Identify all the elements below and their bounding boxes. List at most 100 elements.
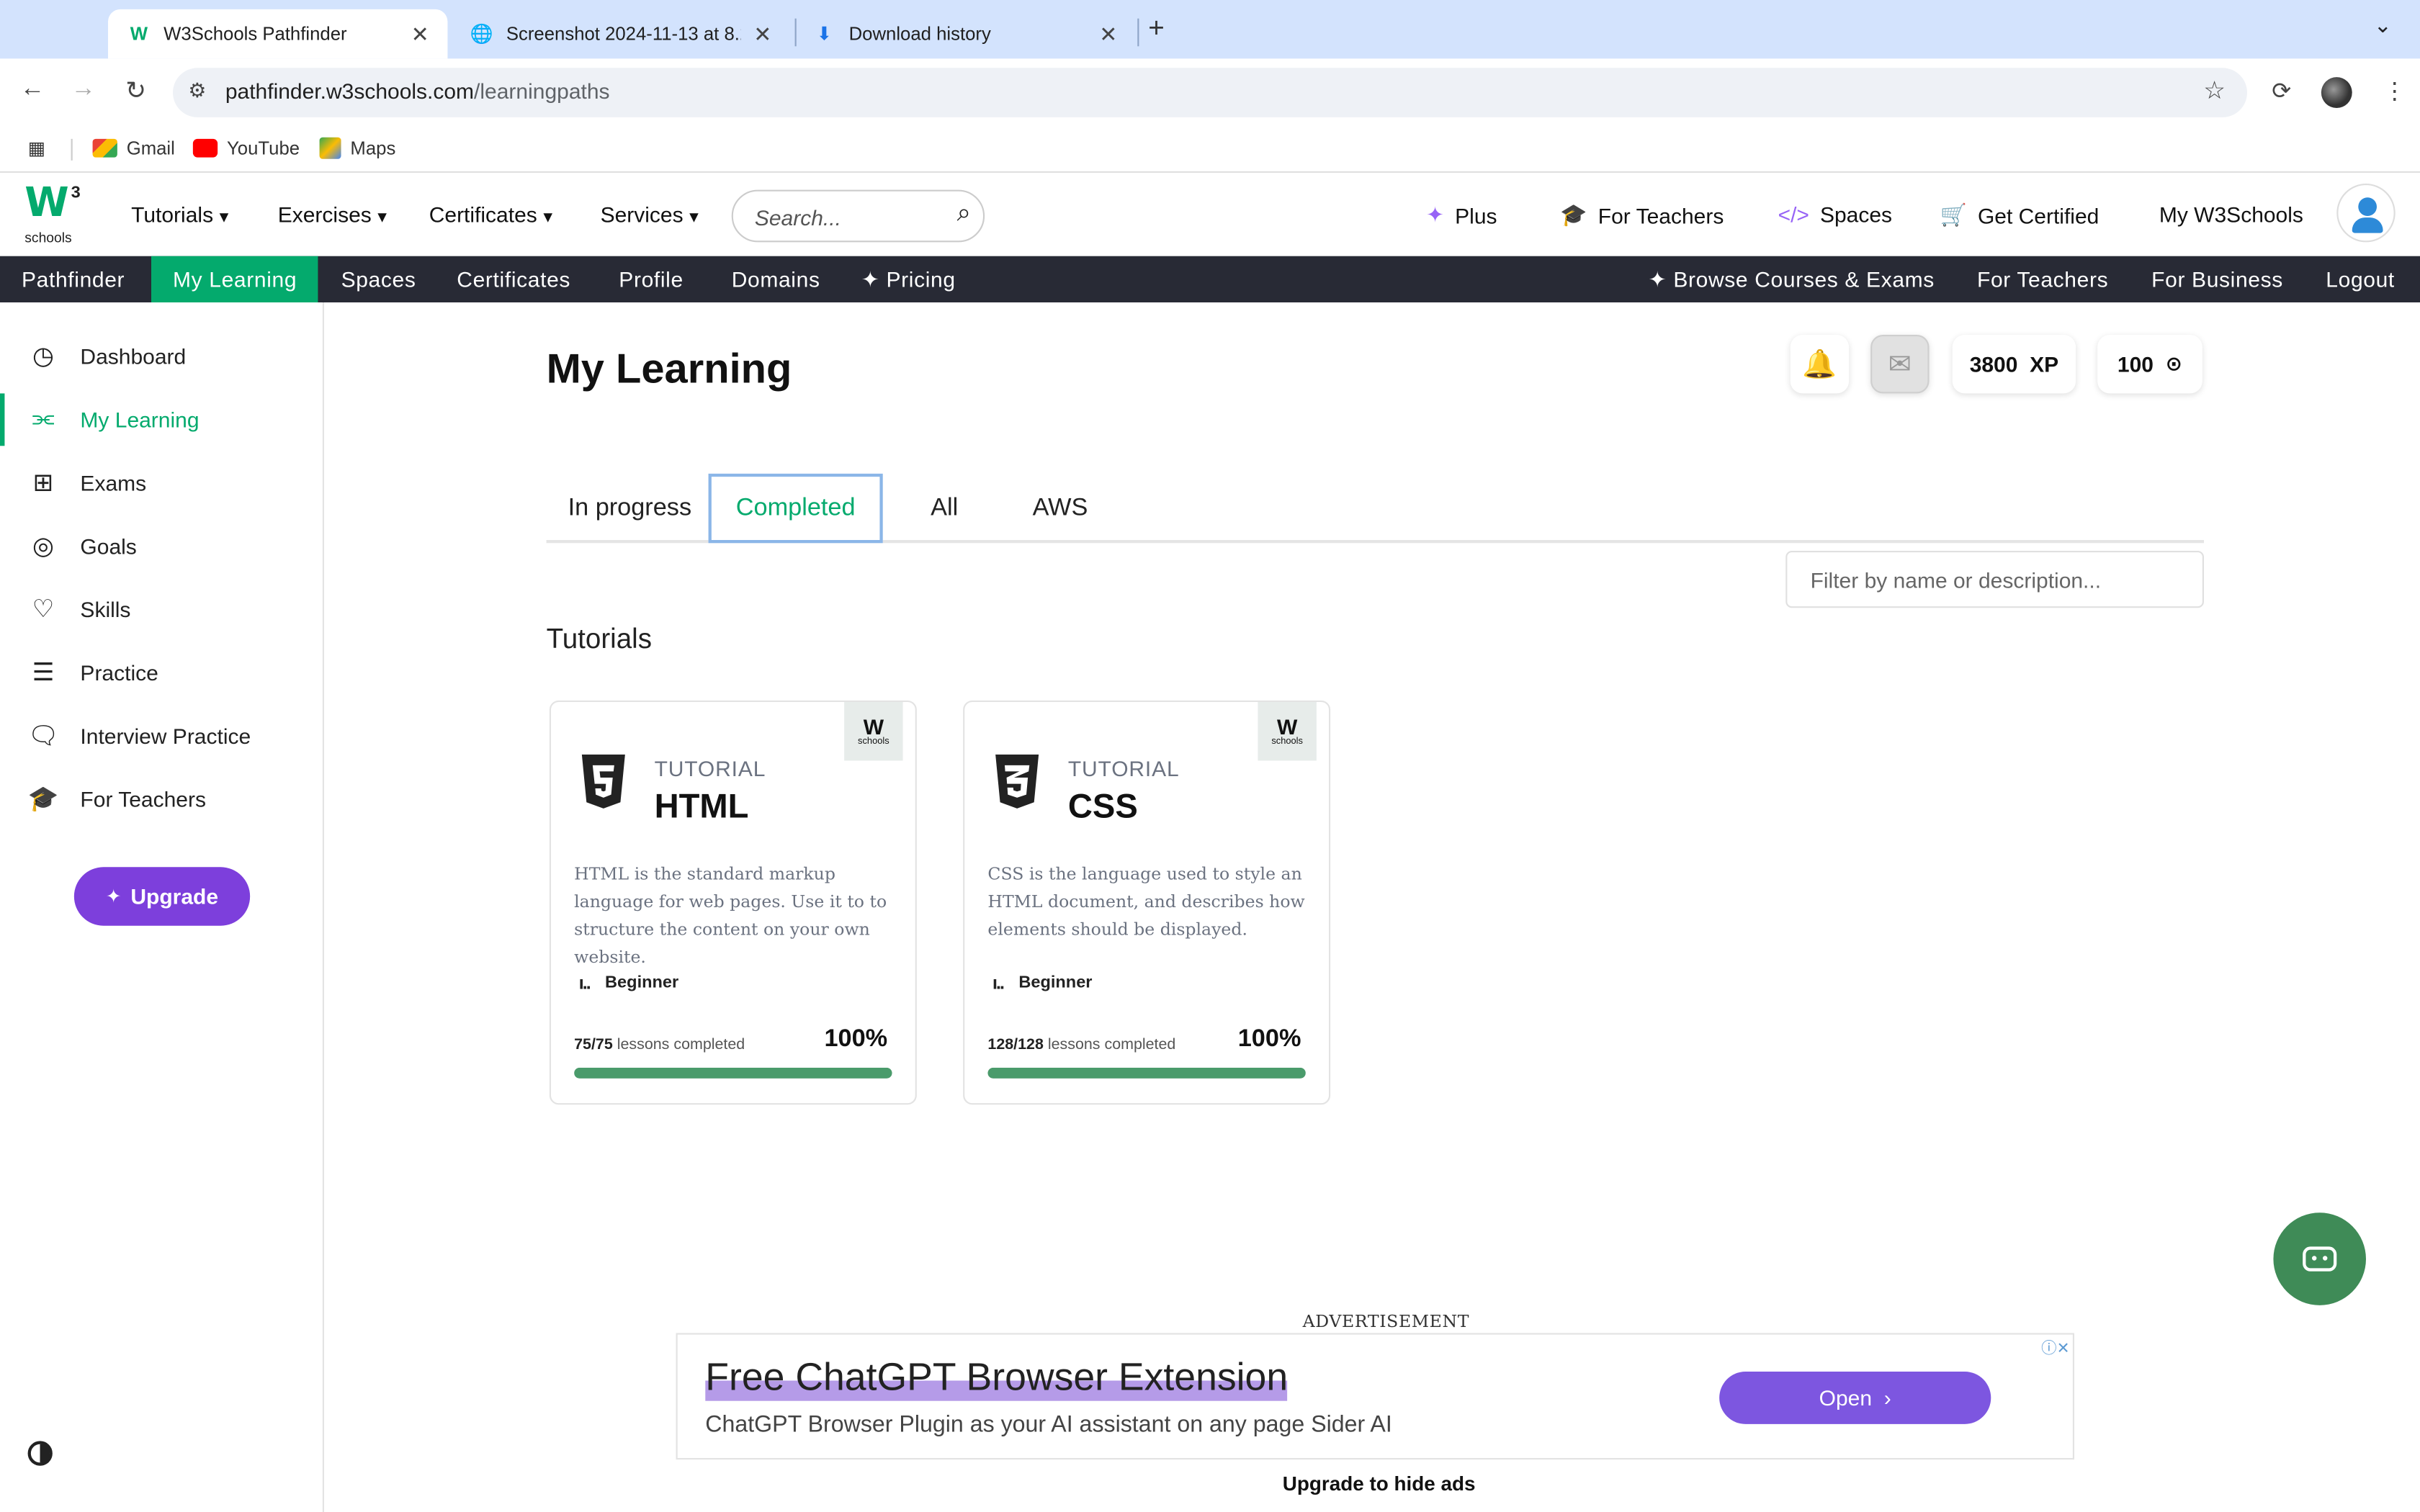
menu-services[interactable]: Services ▼ <box>601 202 702 227</box>
forward-icon[interactable]: → <box>66 76 100 104</box>
my-w3schools-link[interactable]: My W3Schools <box>2159 202 2303 227</box>
graduation-cap-icon: 🎓 <box>1560 202 1587 227</box>
sidebar-item-interview-practice[interactable]: 🗨 Interview Practice <box>0 710 323 762</box>
tab-title: Screenshot 2024-11-13 at 8.2 <box>506 23 742 45</box>
apps-grid-icon[interactable]: ▦ <box>28 138 45 159</box>
back-icon[interactable]: ← <box>15 76 49 104</box>
bookmark-maps[interactable]: Maps <box>319 137 395 159</box>
close-icon[interactable]: ✕ <box>753 21 771 47</box>
theme-toggle-icon[interactable] <box>27 1441 53 1466</box>
maps-icon <box>319 137 341 159</box>
notifications-button[interactable]: 🔔 <box>1790 335 1850 394</box>
bookmarks-bar: ▦ Gmail YouTube Maps <box>0 127 2420 173</box>
user-avatar[interactable] <box>2336 183 2396 243</box>
nav-for-business[interactable]: For Business <box>2130 256 2305 302</box>
sidebar-item-goals[interactable]: ◎ Goals <box>0 520 323 572</box>
w3schools-badge: Wschools <box>844 701 903 761</box>
gmail-icon <box>92 138 117 158</box>
w3schools-badge: Wschools <box>1258 701 1317 761</box>
ad-headline[interactable]: Free ChatGPT Browser Extension <box>705 1356 1289 1401</box>
for-teachers-link[interactable]: 🎓 For Teachers <box>1560 202 1724 228</box>
chevron-down-icon[interactable]: ⌄ <box>2374 12 2392 38</box>
sidebar-item-dashboard[interactable]: ◷ Dashboard <box>0 330 323 383</box>
extension-icon[interactable]: ⟳ <box>2272 77 2291 104</box>
tutorial-card-css[interactable]: Wschools TUTORIAL CSS CSS is the languag… <box>963 700 1331 1105</box>
nav-spaces[interactable]: Spaces <box>320 256 438 302</box>
browser-tab-active[interactable]: W W3Schools Pathfinder ✕ <box>108 9 448 59</box>
messages-button[interactable]: ✉ <box>1870 335 1930 394</box>
sidebar-item-exams[interactable]: ⊞ Exams <box>0 456 323 509</box>
progress-bar <box>574 1067 892 1079</box>
search-icon[interactable]: ⌕ <box>957 201 971 229</box>
close-icon[interactable]: ✕ <box>411 21 429 47</box>
menu-certificates[interactable]: Certificates ▼ <box>429 202 556 227</box>
nav-domains[interactable]: Domains <box>710 256 842 302</box>
sidebar-item-my-learning[interactable]: ⫘ My Learning <box>0 393 323 446</box>
card-kind: TUTORIAL <box>654 756 766 781</box>
browser-tab[interactable]: 🌐 Screenshot 2024-11-13 at 8.2 ✕ <box>451 9 790 59</box>
sparkle-icon: ✦ <box>1425 202 1445 227</box>
upgrade-button[interactable]: ✦ Upgrade <box>73 867 251 926</box>
caret-down-icon: ▼ <box>540 210 556 227</box>
tab-aws[interactable]: AWS <box>1011 474 1110 543</box>
nav-browse-courses[interactable]: ✦ Browse Courses & Exams <box>1627 256 1956 302</box>
css3-icon <box>995 754 1039 809</box>
sparkle-icon: ✦ <box>105 886 122 907</box>
address-bar[interactable]: ⚙ pathfinder.w3schools.com/learningpaths… <box>173 68 2247 117</box>
nav-certificates[interactable]: Certificates <box>435 256 592 302</box>
nav-my-learning[interactable]: My Learning <box>151 256 319 302</box>
browser-tab[interactable]: ⬇ Download history ✕ <box>793 9 1136 59</box>
get-certified-link[interactable]: 🛒 Get Certified <box>1940 202 2099 228</box>
xp-badge[interactable]: 3800 XP <box>1952 335 2076 394</box>
nav-for-teachers[interactable]: For Teachers <box>1955 256 2130 302</box>
target-icon: ◎ <box>32 534 54 560</box>
site-header: W 3 schools Tutorials ▼ Exercises ▼ Certif… <box>0 174 2420 256</box>
w3schools-logo[interactable]: W 3 schools <box>24 184 86 251</box>
chatbot-button[interactable] <box>2273 1212 2366 1305</box>
heart-icon: ♡ <box>32 597 55 624</box>
menu-exercises[interactable]: Exercises ▼ <box>278 202 390 227</box>
sidebar-item-practice[interactable]: ☰ Practice <box>0 647 323 699</box>
bookmark-star-icon[interactable]: ☆ <box>2203 76 2226 107</box>
level-label: ı.. Beginner <box>992 972 1093 994</box>
ad-subtitle: ChatGPT Browser Plugin as your AI assist… <box>705 1411 1392 1439</box>
site-info-icon[interactable]: ⚙ <box>188 78 206 103</box>
tab-completed[interactable]: Completed <box>708 473 883 544</box>
coins-badge[interactable]: 100 ⊙ <box>2097 335 2202 394</box>
tab-all[interactable]: All <box>909 474 980 543</box>
nav-pathfinder[interactable]: Pathfinder <box>0 256 146 302</box>
pathfinder-nav: Pathfinder My Learning Spaces Certificat… <box>0 256 2420 302</box>
nav-pricing[interactable]: ✦ Pricing <box>840 256 977 302</box>
card-description: CSS is the language used to style an HTM… <box>987 864 1305 940</box>
advertisement[interactable]: Free ChatGPT Browser Extension ChatGPT B… <box>676 1333 2074 1460</box>
menu-tutorials[interactable]: Tutorials ▼ <box>131 202 231 227</box>
kebab-menu-icon[interactable]: ⋮ <box>2383 77 2406 104</box>
url-text: pathfinder.w3schools.com/learningpaths <box>225 78 610 104</box>
progress-bar <box>987 1067 1306 1079</box>
sidebar-item-skills[interactable]: ♡ Skills <box>0 583 323 636</box>
spaces-link[interactable]: </> Spaces <box>1778 202 1892 227</box>
ad-close-icon[interactable]: ⓘ✕ <box>2041 1335 2069 1358</box>
lessons-completed: 128/128 lessons completed <box>987 1037 1176 1054</box>
new-tab-icon[interactable]: + <box>1148 12 1165 45</box>
nav-profile[interactable]: Profile <box>597 256 705 302</box>
plus-link[interactable]: ✦ Plus <box>1426 202 1497 228</box>
sidebar-item-for-teachers[interactable]: 🎓 For Teachers <box>0 773 323 826</box>
tab-in-progress[interactable]: In progress <box>547 474 714 543</box>
upgrade-to-hide-ads-link[interactable]: Upgrade to hide ads <box>1283 1472 1476 1495</box>
close-icon[interactable]: ✕ <box>1099 21 1117 47</box>
search-input[interactable]: Search... ⌕ <box>731 189 985 243</box>
code-icon: </> <box>1778 202 1809 227</box>
sparkle-icon: ✦ <box>861 266 887 292</box>
level-bars-icon: ı.. <box>578 972 591 994</box>
bookmark-youtube[interactable]: YouTube <box>192 138 300 159</box>
ad-open-button[interactable]: Open › <box>1719 1372 1991 1424</box>
clock-icon: ◷ <box>32 343 54 371</box>
nav-logout[interactable]: Logout <box>2304 256 2416 302</box>
bookmark-gmail[interactable]: Gmail <box>92 138 175 159</box>
tutorial-card-html[interactable]: Wschools TUTORIAL HTML HTML is the stand… <box>549 700 917 1105</box>
reload-icon[interactable]: ↻ <box>119 76 153 107</box>
page-title: My Learning <box>546 346 792 392</box>
filter-input[interactable]: Filter by name or description... <box>1785 551 2204 608</box>
profile-avatar[interactable] <box>2321 77 2352 108</box>
